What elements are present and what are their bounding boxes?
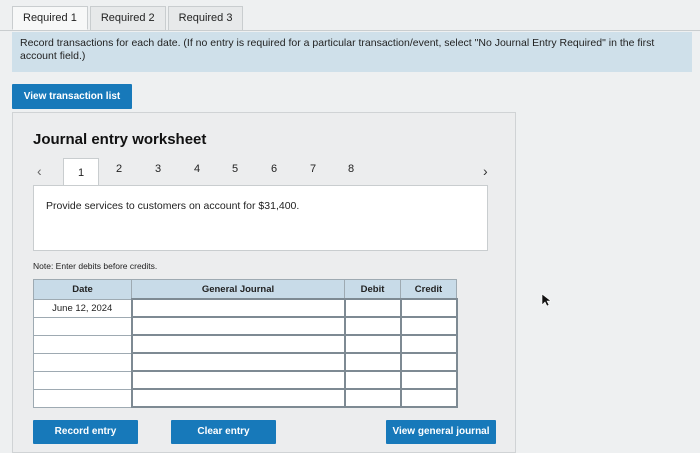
journal-entry-worksheet: Journal entry worksheet ‹ 1 2 3 4 5 6 7 … [12, 112, 516, 453]
general-journal-header: General Journal [131, 279, 345, 300]
tab-divider [0, 30, 700, 31]
tab-required-2[interactable]: Required 2 [89, 6, 166, 30]
credit-input[interactable] [399, 334, 458, 354]
worksheet-title: Journal entry worksheet [33, 131, 207, 148]
debit-header: Debit [344, 279, 401, 300]
credit-header: Credit [400, 279, 457, 300]
chevron-right-icon[interactable]: › [483, 163, 488, 179]
account-input[interactable] [130, 388, 346, 408]
table-row [33, 370, 458, 390]
tab-required-1[interactable]: Required 1 [12, 6, 88, 30]
debit-input[interactable] [343, 370, 402, 390]
date-cell[interactable] [33, 316, 132, 336]
credit-input[interactable] [399, 388, 458, 408]
account-input[interactable] [130, 298, 346, 318]
date-cell[interactable] [33, 370, 132, 390]
account-input[interactable] [130, 352, 346, 372]
debit-input[interactable] [343, 334, 402, 354]
page-tab-8[interactable]: 8 [341, 163, 361, 175]
view-transaction-list-button[interactable]: View transaction list [12, 84, 132, 109]
debit-input[interactable] [343, 298, 402, 318]
credit-input[interactable] [399, 298, 458, 318]
date-cell[interactable]: June 12, 2024 [33, 298, 132, 318]
tab-required-3[interactable]: Required 3 [167, 6, 244, 30]
table-row: June 12, 2024 [33, 298, 458, 318]
credit-input[interactable] [399, 352, 458, 372]
account-input[interactable] [130, 370, 346, 390]
page-tab-1[interactable]: 1 [63, 158, 99, 186]
instructions-banner: Record transactions for each date. (If n… [12, 32, 692, 72]
table-row [33, 352, 458, 372]
page-tab-6[interactable]: 6 [264, 163, 284, 175]
date-header: Date [33, 279, 132, 300]
transaction-description-box: Provide services to customers on account… [33, 185, 488, 251]
transaction-description: Provide services to customers on account… [46, 200, 300, 212]
page-tab-2[interactable]: 2 [109, 163, 129, 175]
date-cell[interactable] [33, 334, 132, 354]
page-tab-3[interactable]: 3 [148, 163, 168, 175]
journal-header-row: Date General Journal Debit Credit [33, 279, 457, 300]
mouse-cursor-icon [541, 293, 551, 307]
account-input[interactable] [130, 334, 346, 354]
record-entry-button[interactable]: Record entry [33, 420, 138, 444]
debits-note: Note: Enter debits before credits. [33, 261, 158, 271]
credit-input[interactable] [399, 316, 458, 336]
debit-input[interactable] [343, 352, 402, 372]
clear-entry-button[interactable]: Clear entry [171, 420, 276, 444]
date-cell[interactable] [33, 388, 132, 408]
table-row [33, 388, 458, 408]
credit-input[interactable] [399, 370, 458, 390]
date-cell[interactable] [33, 352, 132, 372]
debit-input[interactable] [343, 388, 402, 408]
debit-input[interactable] [343, 316, 402, 336]
account-input[interactable] [130, 316, 346, 336]
table-row [33, 334, 458, 354]
journal-table: Date General Journal Debit Credit June 1… [33, 279, 458, 408]
page-tab-7[interactable]: 7 [303, 163, 323, 175]
view-general-journal-button[interactable]: View general journal [386, 420, 496, 444]
page-tab-5[interactable]: 5 [225, 163, 245, 175]
table-row [33, 316, 458, 336]
chevron-left-icon[interactable]: ‹ [37, 163, 42, 179]
page-tab-4[interactable]: 4 [187, 163, 207, 175]
tabs: Required 1 Required 2 Required 3 [12, 6, 245, 30]
